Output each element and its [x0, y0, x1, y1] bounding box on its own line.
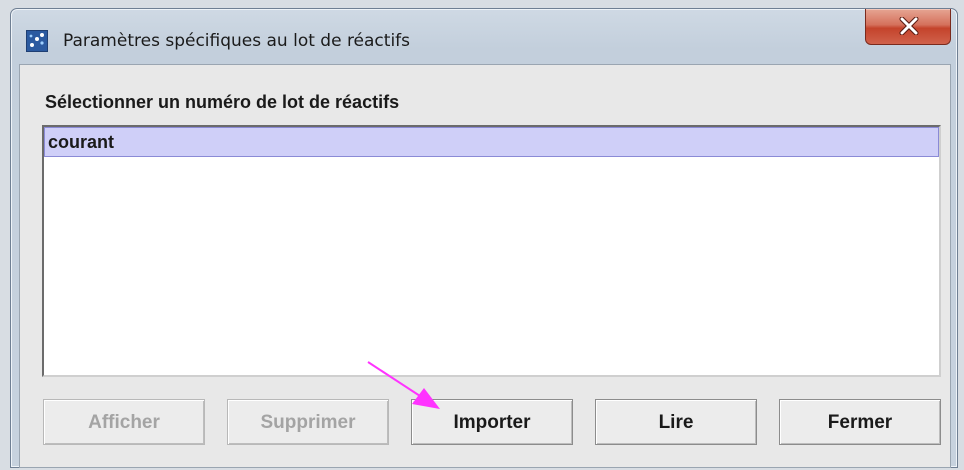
dialog-window: Paramètres spécifiques au lot de réactif…	[10, 8, 958, 468]
app-icon	[26, 30, 48, 52]
lot-listbox[interactable]: courant	[42, 125, 941, 377]
title-bar[interactable]: Paramètres spécifiques au lot de réactif…	[11, 9, 957, 55]
dialog-content: Sélectionner un numéro de lot de réactif…	[19, 64, 951, 468]
lire-button[interactable]: Lire	[595, 399, 757, 445]
fermer-button[interactable]: Fermer	[779, 399, 941, 445]
supprimer-button[interactable]: Supprimer	[227, 399, 389, 445]
close-icon	[899, 17, 919, 35]
list-item-courant[interactable]: courant	[44, 127, 939, 157]
window-title: Paramètres spécifiques au lot de réactif…	[63, 31, 411, 51]
importer-button[interactable]: Importer	[411, 399, 573, 445]
close-button[interactable]	[865, 9, 951, 45]
lot-select-label: Sélectionner un numéro de lot de réactif…	[45, 92, 400, 112]
afficher-button[interactable]: Afficher	[43, 399, 205, 445]
